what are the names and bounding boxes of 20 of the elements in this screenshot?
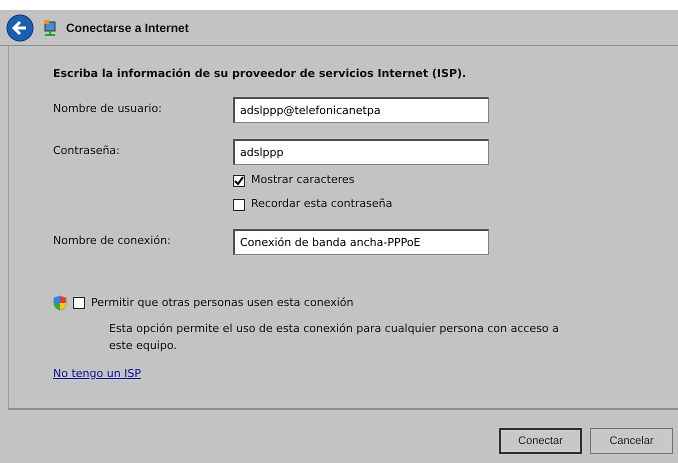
checkbox-label: Mostrar caracteres [251,172,355,188]
checkbox-label: Recordar esta contraseña [251,196,392,212]
share-checkbox[interactable] [73,296,85,309]
dialog-button[interactable]: Cancelar [590,428,673,454]
checkbox[interactable] [233,198,245,210]
share-description: Esta opción permite el uso de esta conexión para cualquier persona con acceso a este equipo. [109,321,559,354]
field-label: Nombre de usuario: [53,101,163,118]
share-label: Permitir que otras personas usen esta conexión [91,294,354,310]
dialog-button[interactable]: Conectar [499,428,582,454]
checkbox[interactable] [233,174,245,186]
input-field[interactable]: Conexión de banda ancha-PPPoE [233,228,489,254]
input-field[interactable]: adslppp [233,138,489,164]
input-field[interactable]: adslppp@telefonicanetpa [233,96,489,122]
window-title: Conectarse a Internet [66,20,189,36]
field-label: Contraseña: [53,143,121,160]
network-computer-icon [42,18,58,36]
instructions-heading: Escriba la información de su proveedor de servicios Internet (ISP). [53,66,468,82]
no-isp-link[interactable]: No tengo un ISP [53,366,142,382]
field-label: Nombre de conexión: [53,233,172,250]
shield-icon [53,294,67,311]
